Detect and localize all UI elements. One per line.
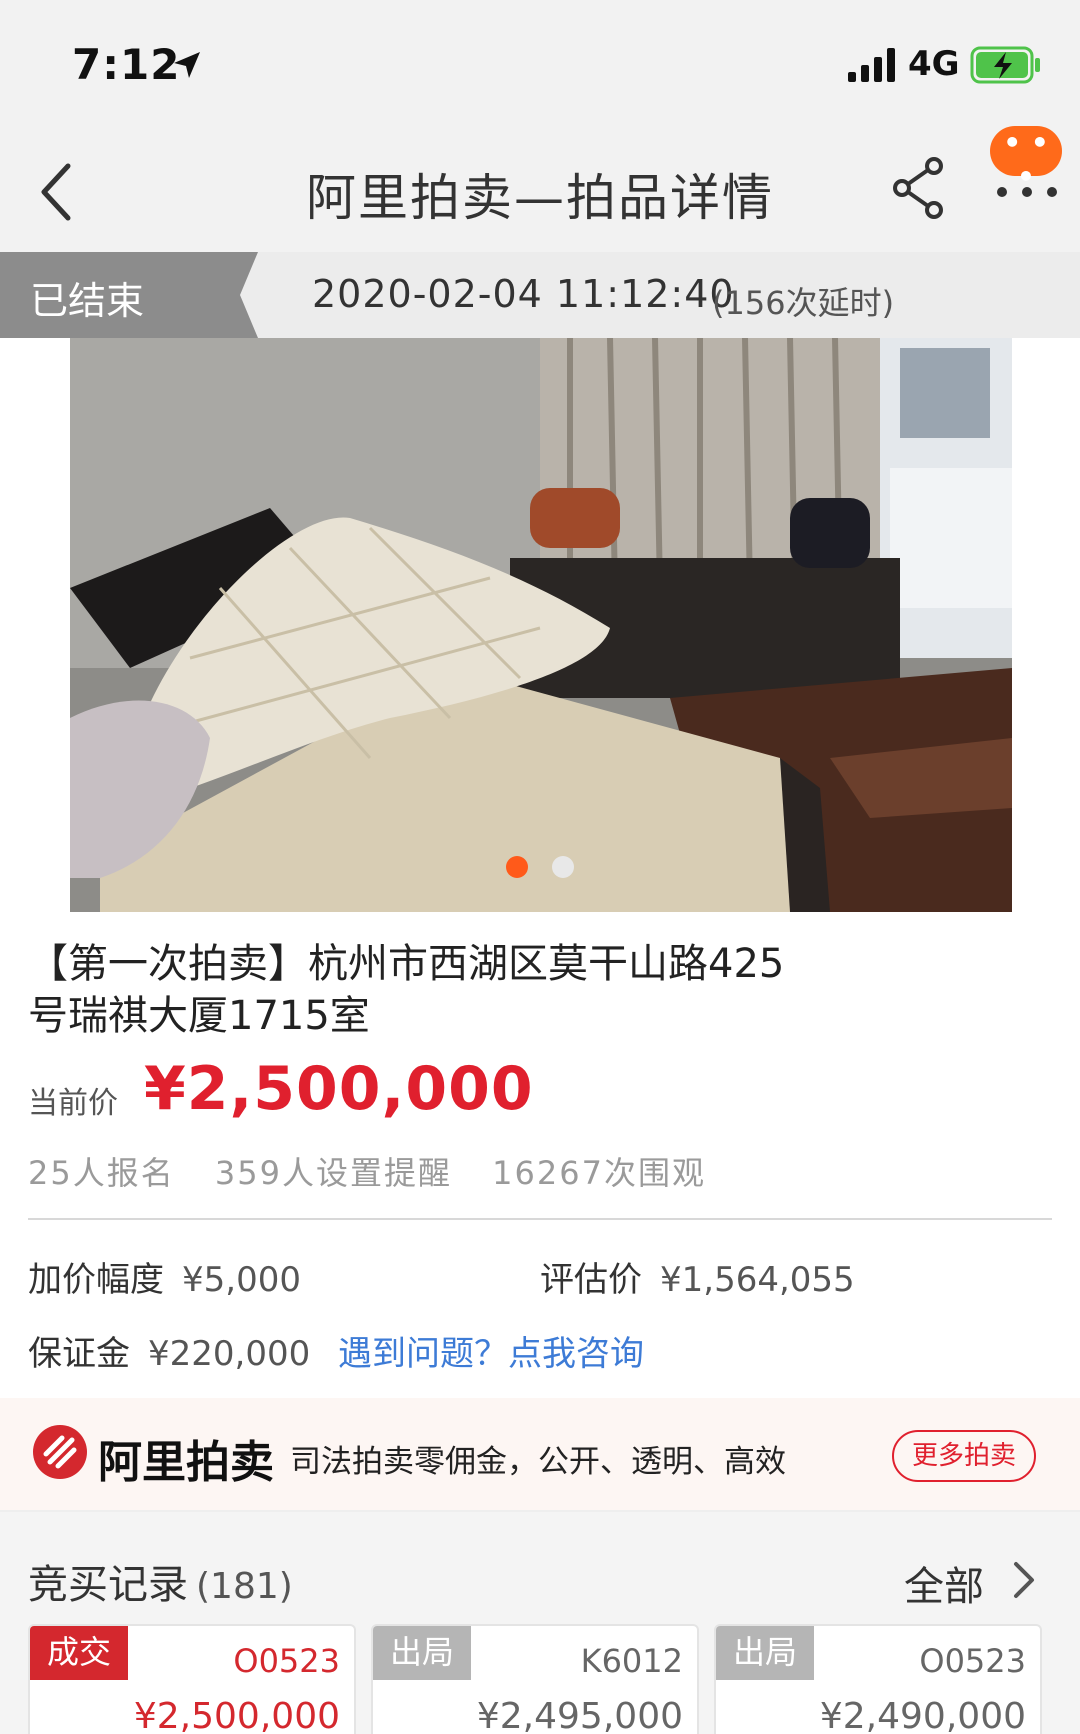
more-auctions-button[interactable]: 更多拍卖 [892, 1430, 1036, 1482]
status-time: 7:12 [72, 40, 181, 89]
ali-auction-banner: 阿里拍卖 司法拍卖零佣金，公开、透明、高效 更多拍卖 [0, 1398, 1080, 1512]
ended-tag: 已结束 [0, 252, 258, 338]
bid-record-card[interactable]: 出局 K6012 ¥2,495,000 [371, 1624, 699, 1734]
auction-detail-page: 7:12 4G 阿里拍卖—拍品详情 • • • 已结束 2020-02-04 1… [0, 0, 1080, 1734]
bid-amount: ¥2,490,000 [819, 1696, 1026, 1734]
divider [28, 1218, 1052, 1220]
view-all-records-link[interactable]: 全部 [904, 1554, 984, 1612]
increment-value: ¥5,000 [182, 1260, 301, 1300]
deposit-label: 保证金 [28, 1334, 130, 1374]
nav-bar: 阿里拍卖—拍品详情 • • • [0, 120, 1080, 252]
consult-link[interactable]: 遇到问题？点我咨询 [338, 1326, 644, 1375]
more-dots-icon[interactable] [992, 182, 1062, 202]
bid-record-card[interactable]: 成交 O0523 ¥2,500,000 [28, 1624, 356, 1734]
current-price-label: 当前价 [28, 1086, 118, 1121]
chevron-right-icon[interactable] [1012, 1560, 1038, 1600]
banner-slogan: 司法拍卖零佣金，公开、透明、高效 [290, 1444, 786, 1480]
appraisal-row: 评估价 ¥1,564,055 [540, 1252, 855, 1301]
bid-records-title: 竞买记录 (181) [28, 1552, 293, 1610]
bidder-code: O0523 [233, 1642, 340, 1680]
signal-icon [848, 48, 895, 82]
share-icon[interactable] [890, 156, 948, 220]
lot-title: 【第一次拍卖】杭州市西湖区莫干山路425号瑞祺大厦1715室 [28, 941, 785, 1039]
battery-charging-icon [970, 46, 1040, 84]
property-photo[interactable] [70, 338, 1012, 912]
appraisal-label: 评估价 [540, 1260, 642, 1300]
end-time: 2020-02-04 11:12:40 [312, 272, 735, 316]
bid-amount: ¥2,495,000 [476, 1696, 683, 1734]
increment-label: 加价幅度 [28, 1260, 164, 1300]
bid-records-section: 竞买记录 (181) 全部 成交 O0523 ¥2,500,000 出局 K601… [0, 1512, 1080, 1734]
message-bubble-icon[interactable]: • • • [990, 126, 1062, 193]
gallery-dot-active[interactable] [506, 856, 528, 878]
bid-record-card[interactable]: 出局 O0523 ¥2,490,000 [714, 1624, 1042, 1734]
reminders-count: 359人设置提醒 [214, 1154, 452, 1192]
status-bar: 7:12 4G [0, 0, 1080, 120]
deposit-value: ¥220,000 [148, 1334, 311, 1374]
more-menu-button[interactable]: • • • [982, 126, 1074, 226]
current-price: ¥2,500,000 [144, 1054, 534, 1124]
extension-count: (156次延时) [712, 284, 895, 322]
bid-records-count: (181) [196, 1566, 293, 1607]
ended-label: 已结束 [30, 279, 145, 323]
ali-auction-logo-icon [33, 1425, 87, 1479]
bidder-code: O0523 [919, 1642, 1026, 1680]
bid-status-tag: 成交 [30, 1626, 128, 1680]
ali-auction-logo-text: 阿里拍卖 [98, 1437, 274, 1488]
bid-status-tag: 出局 [716, 1626, 814, 1680]
appraisal-value: ¥1,564,055 [660, 1260, 855, 1300]
deposit-row: 保证金 ¥220,000 [28, 1326, 310, 1375]
bid-status-tag: 出局 [373, 1626, 471, 1680]
auction-status-bar: 已结束 2020-02-04 11:12:40 (156次延时) [0, 252, 1080, 338]
bid-records-label: 竞买记录 [28, 1562, 188, 1608]
gallery-dot[interactable] [552, 856, 574, 878]
location-arrow-icon [174, 52, 200, 78]
bid-amount: ¥2,500,000 [133, 1696, 340, 1734]
signups-count: 25人报名 [28, 1154, 175, 1192]
lot-stats: 25人报名 359人设置提醒 16267次围观 [28, 1148, 734, 1194]
bedroom-photo-illustration [70, 338, 1012, 912]
increment-row: 加价幅度 ¥5,000 [28, 1252, 301, 1301]
network-type: 4G [908, 44, 960, 84]
bidder-code: K6012 [580, 1642, 683, 1680]
views-count: 16267次围观 [492, 1154, 706, 1192]
